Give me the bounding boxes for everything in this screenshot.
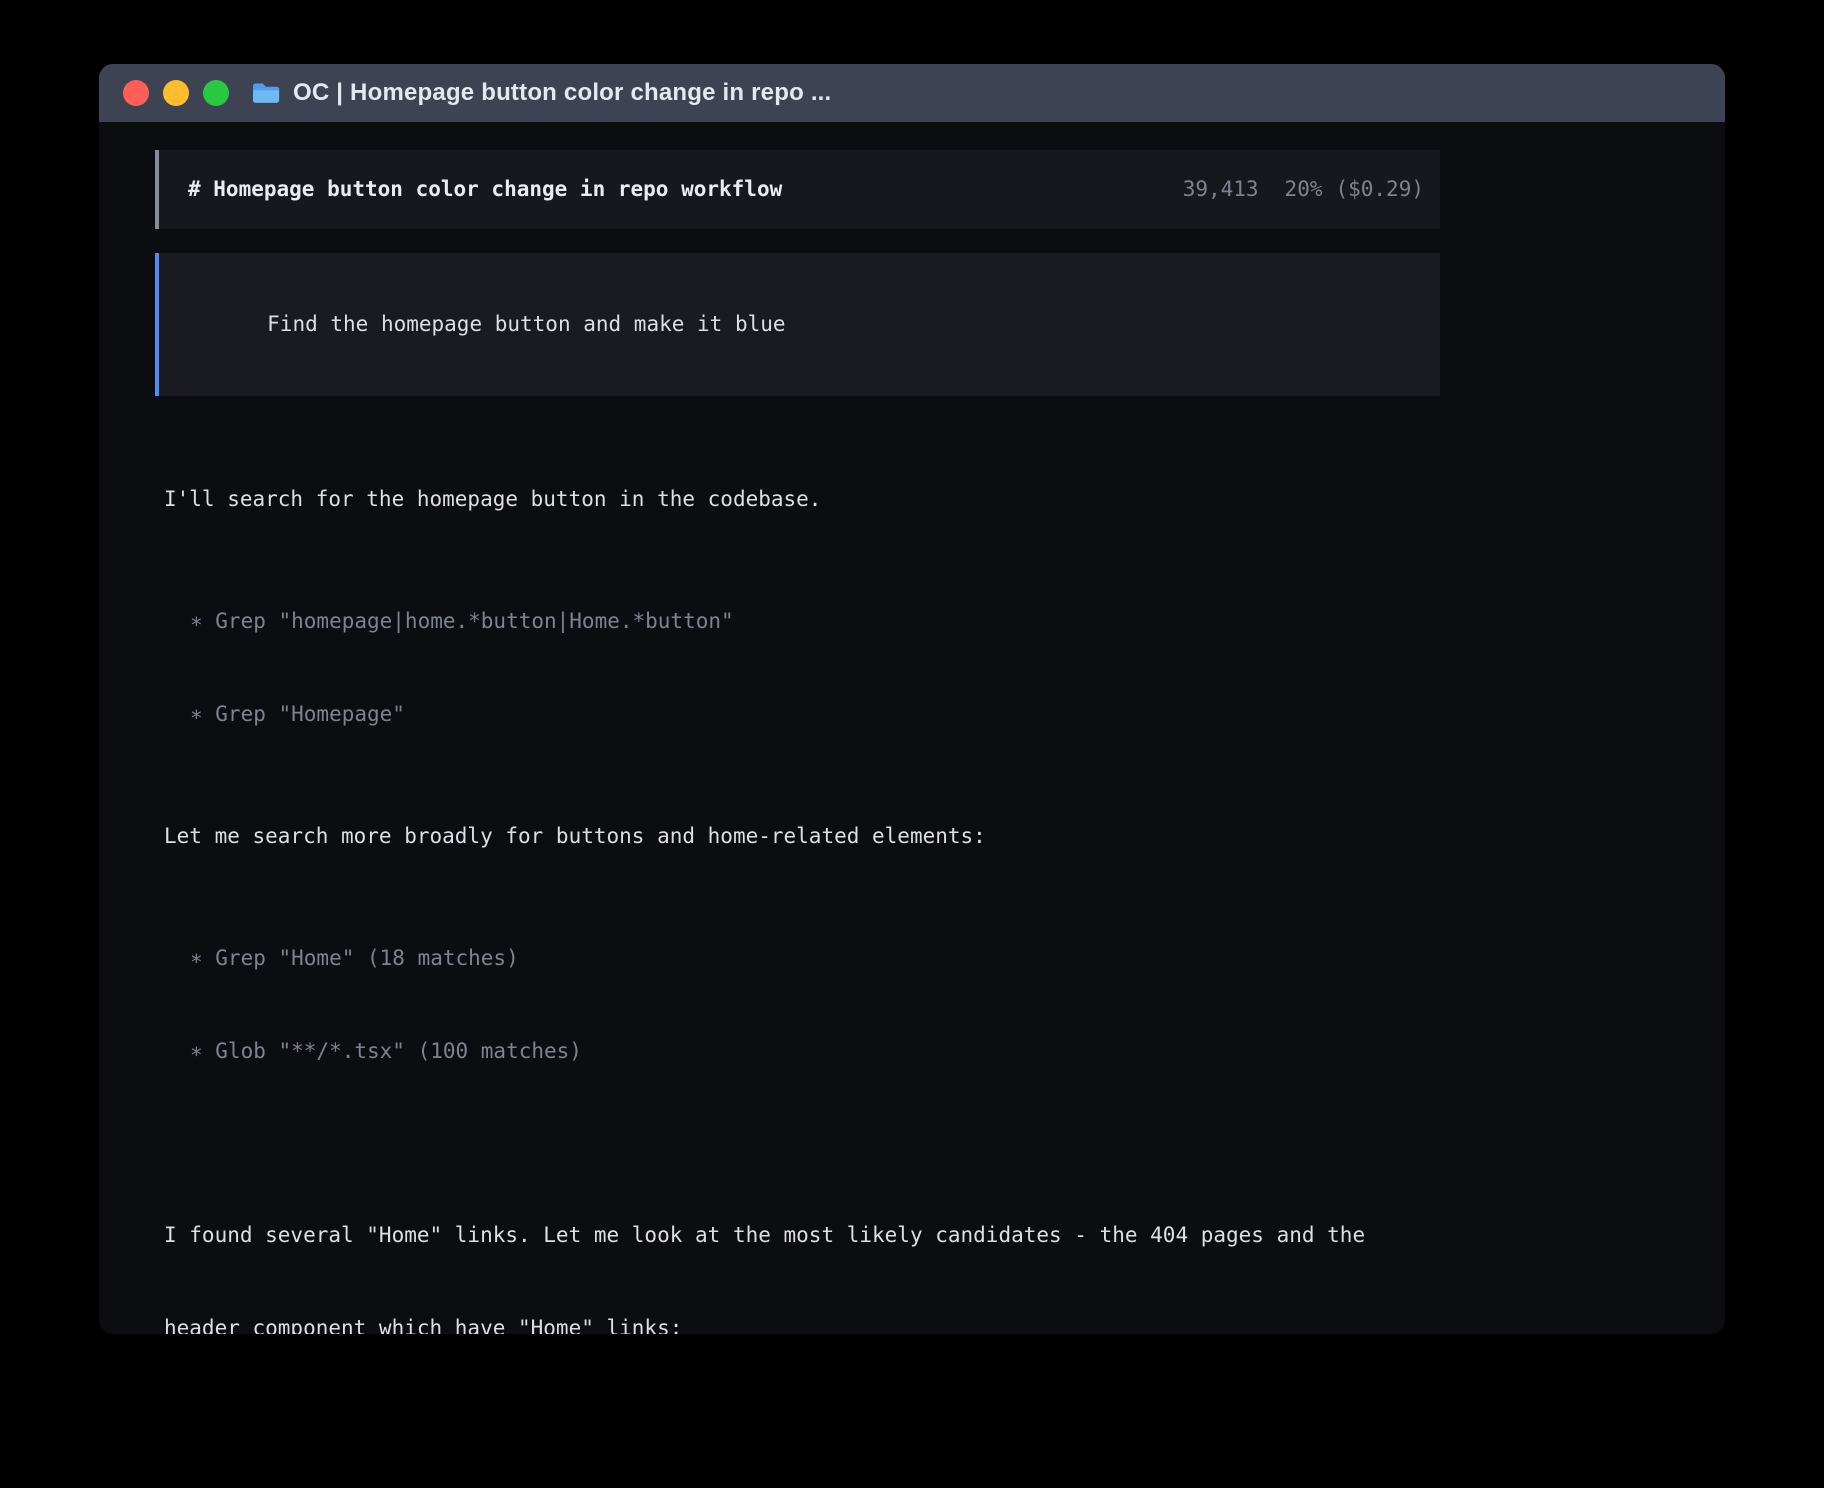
assistant-text: I'll search for the homepage button in t… [164,484,1440,515]
terminal-content: # Homepage button color change in repo w… [99,122,1725,1334]
tool-call-group: ∗ Grep "homepage|home.*button|Home.*butt… [190,544,1440,792]
tool-call-glob: ∗ Glob "**/*.tsx" (100 matches) [190,1036,1440,1067]
window-title: OC | Homepage button color change in rep… [293,79,831,107]
tool-call-grep: ∗ Grep "Home" (18 matches) [190,943,1440,974]
token-count: 39,413 [1183,177,1259,201]
traffic-lights [123,80,229,106]
tool-call-group: ∗ Grep "Home" (18 matches) ∗ Glob "**/*.… [190,881,1440,1129]
session-title: # Homepage button color change in repo w… [188,174,782,205]
close-button[interactable] [123,80,149,106]
window-titlebar[interactable]: OC | Homepage button color change in rep… [99,64,1725,122]
assistant-text-line: header component which have "Home" links… [164,1313,1440,1334]
session-stats: 39,413 20% ($0.29) [1183,174,1424,205]
terminal-window: OC | Homepage button color change in rep… [99,64,1725,1334]
zoom-button[interactable] [203,80,229,106]
assistant-text-line: I found several "Home" links. Let me loo… [164,1220,1440,1251]
context-percent: 20% [1285,177,1323,201]
session-cost: ($0.29) [1335,177,1424,201]
user-message: Find the homepage button and make it blu… [155,253,1440,396]
minimize-button[interactable] [163,80,189,106]
assistant-text: I found several "Home" links. Let me loo… [164,1158,1440,1334]
tool-call-grep: ∗ Grep "Homepage" [190,699,1440,730]
folder-icon [251,81,281,105]
session-header: # Homepage button color change in repo w… [155,150,1440,229]
tool-call-grep: ∗ Grep "homepage|home.*button|Home.*butt… [190,606,1440,637]
assistant-text: Let me search more broadly for buttons a… [164,821,1440,852]
user-message-text: Find the homepage button and make it blu… [267,312,785,336]
